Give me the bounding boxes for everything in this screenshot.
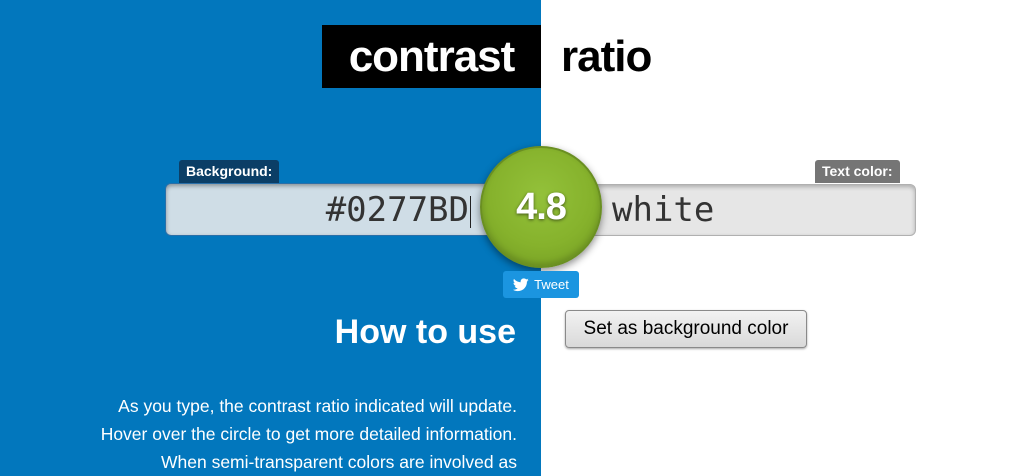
text-caret <box>470 196 471 228</box>
tweet-label: Tweet <box>534 277 569 292</box>
how-to-use-line: As you type, the contrast ratio indicate… <box>118 396 517 416</box>
background-label: Background: <box>179 160 280 183</box>
page-title-ratio: ratio <box>561 32 652 81</box>
text-color-label: Text color: <box>815 160 900 183</box>
how-to-use-line: Hover over the circle to get more detail… <box>100 424 517 444</box>
how-to-use-heading: How to use <box>334 313 516 351</box>
background-color-input[interactable] <box>165 183 525 236</box>
set-as-background-button[interactable]: Set as background color <box>565 310 807 348</box>
twitter-bird-icon <box>513 277 529 291</box>
how-to-use-text: As you type, the contrast ratio indicate… <box>0 392 517 476</box>
contrast-ratio-value: 4.8 <box>516 185 567 228</box>
how-to-use-line: When semi-transparent colors are involve… <box>161 452 517 472</box>
text-color-input[interactable] <box>560 184 916 236</box>
contrast-ratio-circle[interactable]: 4.8 <box>480 146 602 268</box>
page-title-contrast: contrast <box>322 25 541 88</box>
tweet-button[interactable]: Tweet <box>503 271 579 298</box>
